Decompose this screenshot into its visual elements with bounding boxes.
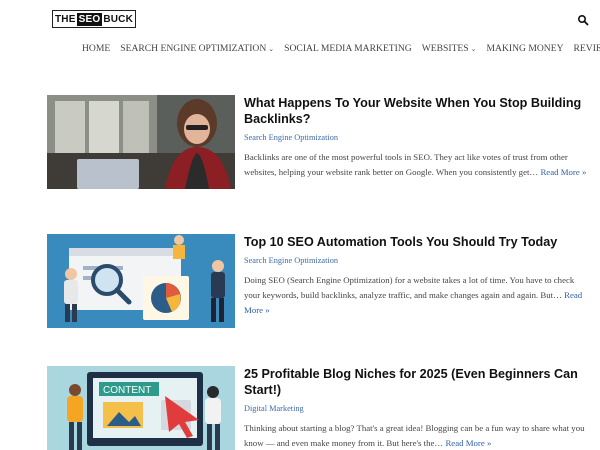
nav-item-home[interactable]: HOME [82, 43, 110, 54]
chevron-down-icon: ⌄ [470, 44, 477, 53]
post-card: CONTENT 25 Profitable Blog Niches for 20… [47, 366, 592, 450]
post-thumbnail[interactable] [47, 95, 235, 189]
post-title[interactable]: 25 Profitable Blog Niches for 2025 (Even… [244, 366, 589, 398]
post-excerpt: Doing SEO (Search Engine Optimization) f… [244, 273, 589, 318]
read-more-link[interactable]: Read More » [540, 167, 586, 177]
thumbnail-content-label: CONTENT [103, 385, 151, 396]
post-title[interactable]: Top 10 SEO Automation Tools You Should T… [244, 234, 589, 250]
post-thumbnail[interactable] [47, 234, 235, 328]
post-thumbnail[interactable]: CONTENT [47, 366, 235, 450]
main-nav: HOME SEARCH ENGINE OPTIMIZATION ⌄ SOCIAL … [82, 43, 600, 54]
excerpt-text: Backlinks are one of the most powerful t… [244, 152, 568, 177]
post-card: Top 10 SEO Automation Tools You Should T… [47, 234, 592, 334]
nav-item-making-money[interactable]: MAKING MONEY [487, 43, 564, 54]
site-logo[interactable]: THE SEO BUCK [52, 10, 137, 28]
nav-label: SOCIAL MEDIA MARKETING [284, 43, 412, 54]
nav-label: REVIEWS [573, 43, 600, 54]
nav-label: WEBSITES [421, 43, 469, 54]
logo-text-left: THE [55, 13, 76, 25]
logo-text-right: BUCK [103, 13, 134, 25]
nav-label: MAKING MONEY [486, 43, 564, 54]
excerpt-text: Thinking about starting a blog? That's a… [244, 423, 585, 448]
post-excerpt: Thinking about starting a blog? That's a… [244, 421, 589, 450]
nav-label: HOME [82, 43, 111, 54]
post-excerpt: Backlinks are one of the most powerful t… [244, 150, 589, 180]
chevron-down-icon: ⌄ [268, 44, 275, 53]
nav-item-search-engine-optimization[interactable]: SEARCH ENGINE OPTIMIZATION ⌄ [120, 43, 274, 54]
post-category[interactable]: Search Engine Optimization [244, 133, 589, 142]
post-title[interactable]: What Happens To Your Website When You St… [244, 95, 589, 127]
nav-label: SEARCH ENGINE OPTIMIZATION [120, 43, 267, 54]
post-category[interactable]: Digital Marketing [244, 404, 589, 413]
post-category[interactable]: Search Engine Optimization [244, 256, 589, 265]
nav-item-websites[interactable]: WEBSITES ⌄ [422, 43, 477, 54]
search-icon[interactable] [577, 13, 589, 26]
nav-item-social-media-marketing[interactable]: SOCIAL MEDIA MARKETING [284, 43, 412, 54]
excerpt-text: Doing SEO (Search Engine Optimization) f… [244, 275, 575, 300]
logo-text-middle: SEO [76, 12, 103, 26]
nav-item-reviews[interactable]: REVIEWS [574, 43, 600, 54]
read-more-link[interactable]: Read More » [445, 438, 491, 448]
site-header: THE SEO BUCK HOME SEARCH ENGINE OPTIMIZA… [0, 0, 600, 72]
post-card: What Happens To Your Website When You St… [47, 95, 592, 195]
